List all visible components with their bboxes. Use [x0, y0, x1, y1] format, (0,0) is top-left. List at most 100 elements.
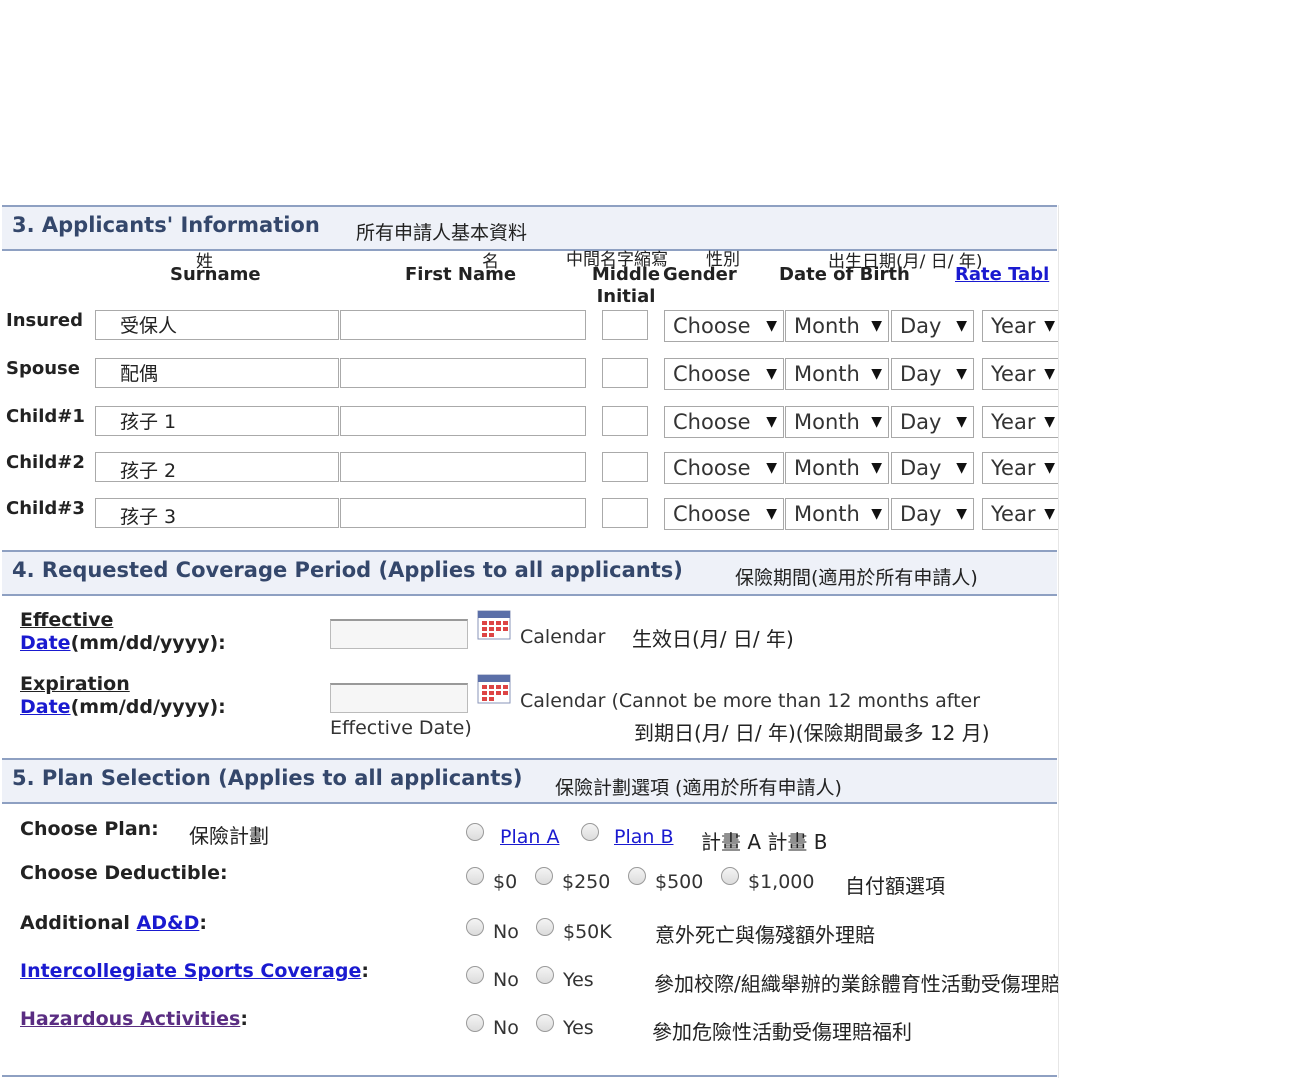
section-5-title: 5. Plan Selection (Applies to all applic…: [12, 766, 523, 790]
date-format-label: (mm/dd/yyyy):: [70, 696, 226, 718]
plan-b-link[interactable]: Plan B: [614, 826, 674, 848]
calendar-icon[interactable]: [477, 674, 511, 704]
year-select-value: Year: [991, 410, 1036, 434]
surname-input[interactable]: 配偶: [95, 358, 339, 388]
chevron-down-icon: ▼: [871, 366, 882, 382]
add-link[interactable]: AD&D: [137, 912, 200, 934]
plan-a-radio[interactable]: [466, 823, 484, 841]
middle-initial-input[interactable]: [602, 406, 648, 436]
deductible-0-radio[interactable]: [466, 867, 484, 885]
day-select-value: Day: [900, 410, 942, 434]
month-select[interactable]: Month ▼: [785, 358, 889, 390]
surname-input[interactable]: 孩子 2: [95, 452, 339, 482]
deductible-250-radio[interactable]: [535, 867, 553, 885]
year-select[interactable]: Year ▼: [982, 406, 1058, 438]
section-5-header: 5. Plan Selection (Applies to all applic…: [2, 758, 1057, 804]
row-label: Child#3: [6, 498, 85, 519]
choose-plan-label: Choose Plan:: [20, 818, 159, 840]
calendar-icon[interactable]: [477, 610, 511, 640]
day-select[interactable]: Day ▼: [891, 358, 974, 390]
month-select[interactable]: Month ▼: [785, 498, 889, 530]
chevron-down-icon: ▼: [766, 318, 777, 334]
add-zh: 意外死亡與傷殘額外理賠: [655, 923, 875, 947]
month-select-value: Month: [794, 314, 860, 338]
section-3-title: 3. Applicants' Information: [12, 213, 320, 237]
chevron-down-icon: ▼: [1044, 366, 1055, 382]
month-select[interactable]: Month ▼: [785, 452, 889, 484]
day-select-value: Day: [900, 502, 942, 526]
middle-initial-input[interactable]: [602, 452, 648, 482]
first-name-input[interactable]: [340, 498, 586, 528]
sports-zh: 參加校際/組織舉辦的業餘體育性活動受傷理賠福利: [654, 972, 1059, 996]
section-divider: [2, 1075, 1057, 1077]
gender-select-value: Choose: [673, 456, 751, 480]
deductible-1000-radio[interactable]: [721, 867, 739, 885]
add-no-radio[interactable]: [466, 918, 484, 936]
sports-label-suffix: :: [361, 960, 369, 982]
middle-initial-input[interactable]: [602, 310, 648, 340]
first-name-input[interactable]: [340, 452, 586, 482]
middle-initial-input[interactable]: [602, 358, 648, 388]
year-select[interactable]: Year ▼: [982, 452, 1058, 484]
gender-select[interactable]: Choose ▼: [664, 358, 784, 390]
expiration-date-zh: 到期日(月/ 日/ 年)(保險期間最多 12 月): [634, 721, 990, 745]
gender-select-value: Choose: [673, 314, 751, 338]
sports-link[interactable]: Intercollegiate Sports Coverage: [20, 960, 361, 982]
month-select[interactable]: Month ▼: [785, 310, 889, 342]
surname-input[interactable]: 受保人: [95, 310, 339, 340]
chevron-down-icon: ▼: [956, 460, 967, 476]
hazardous-yes-radio[interactable]: [536, 1014, 554, 1032]
gender-select[interactable]: Choose ▼: [664, 452, 784, 484]
sports-yes-radio[interactable]: [536, 966, 554, 984]
sports-no-label: No: [493, 969, 519, 991]
calendar-label: Calendar: [520, 626, 606, 648]
expiration-date-link-2[interactable]: Date: [20, 696, 71, 718]
row-label: Child#1: [6, 406, 85, 427]
rate-table-link[interactable]: Rate Tabl: [955, 264, 1049, 285]
year-select[interactable]: Year ▼: [982, 310, 1058, 342]
effective-date-link[interactable]: Effective: [20, 609, 113, 631]
deductible-500-radio[interactable]: [628, 867, 646, 885]
surname-input[interactable]: 孩子 3: [95, 498, 339, 528]
first-name-input[interactable]: [340, 358, 586, 388]
chevron-down-icon: ▼: [871, 318, 882, 334]
add-label: Additional AD&D:: [20, 912, 207, 934]
gender-select-value: Choose: [673, 362, 751, 386]
hazardous-no-label: No: [493, 1017, 519, 1039]
day-select[interactable]: Day ▼: [891, 452, 974, 484]
year-select[interactable]: Year ▼: [982, 358, 1058, 390]
month-select[interactable]: Month ▼: [785, 406, 889, 438]
sports-yes-label: Yes: [563, 969, 594, 991]
plan-b-radio[interactable]: [581, 823, 599, 841]
chevron-down-icon: ▼: [871, 414, 882, 430]
middle-initial-input[interactable]: [602, 498, 648, 528]
first-name-input[interactable]: [340, 310, 586, 340]
gender-select[interactable]: Choose ▼: [664, 310, 784, 342]
section-5-title-zh: 保險計劃選項 (適用於所有申請人): [555, 777, 842, 799]
sports-no-radio[interactable]: [466, 966, 484, 984]
expiration-date-link[interactable]: Expiration: [20, 673, 130, 695]
application-form: 3. Applicants' Information 所有申請人基本資料 姓 S…: [0, 205, 1059, 1078]
hazardous-no-radio[interactable]: [466, 1014, 484, 1032]
day-select[interactable]: Day ▼: [891, 310, 974, 342]
gender-select[interactable]: Choose ▼: [664, 498, 784, 530]
day-select[interactable]: Day ▼: [891, 498, 974, 530]
effective-date-link-2[interactable]: Date: [20, 632, 71, 654]
hazardous-link[interactable]: Hazardous Activities: [20, 1008, 240, 1030]
expiration-date-input[interactable]: [330, 683, 468, 713]
chevron-down-icon: ▼: [766, 460, 777, 476]
add-50k-radio[interactable]: [536, 918, 554, 936]
deductible-zh: 自付額選項: [845, 874, 945, 898]
row-label: Child#2: [6, 452, 85, 473]
day-select[interactable]: Day ▼: [891, 406, 974, 438]
plan-a-link[interactable]: Plan A: [500, 826, 559, 848]
deductible-250-label: $250: [562, 871, 611, 893]
year-select[interactable]: Year ▼: [982, 498, 1058, 530]
effective-date-input[interactable]: [330, 619, 468, 649]
gender-select[interactable]: Choose ▼: [664, 406, 784, 438]
month-select-value: Month: [794, 410, 860, 434]
surname-input[interactable]: 孩子 1: [95, 406, 339, 436]
section-3-header: 3. Applicants' Information 所有申請人基本資料: [2, 205, 1057, 251]
first-name-input[interactable]: [340, 406, 586, 436]
deductible-label: Choose Deductible:: [20, 862, 228, 884]
